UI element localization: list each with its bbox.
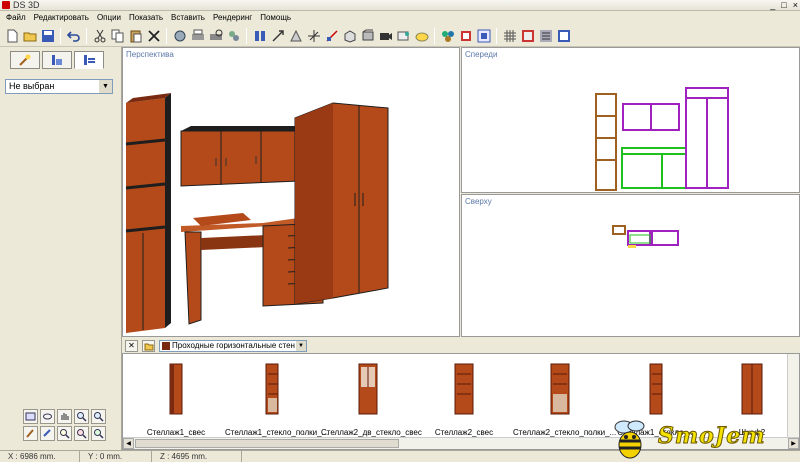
chevron-down-icon[interactable]: ▼: [296, 340, 306, 351]
menu-view[interactable]: Показать: [125, 11, 167, 25]
wall-icon[interactable]: [359, 27, 376, 44]
delete-icon[interactable]: [145, 27, 162, 44]
front-viewport[interactable]: Спереди: [461, 47, 800, 193]
print-preview-icon[interactable]: [207, 27, 224, 44]
copy-icon[interactable]: [109, 27, 126, 44]
help-icon[interactable]: [555, 27, 572, 44]
light-icon[interactable]: [413, 27, 430, 44]
brush-icon[interactable]: [10, 51, 40, 69]
scroll-thumb[interactable]: [135, 439, 399, 448]
folder-up-icon[interactable]: [142, 339, 155, 352]
menu-edit[interactable]: Редактировать: [30, 11, 93, 25]
move-icon[interactable]: [269, 27, 286, 44]
left-panel: Не выбран ▼: [0, 47, 122, 450]
watermark-text: SmoJem: [658, 423, 766, 450]
close-button[interactable]: ×: [793, 0, 798, 11]
zoom-window-icon[interactable]: [57, 426, 72, 441]
print-icon[interactable]: [189, 27, 206, 44]
menu-file[interactable]: Файл: [2, 11, 30, 25]
zoom-extents-icon[interactable]: [74, 426, 89, 441]
edit-icon[interactable]: [23, 426, 38, 441]
texture-icon[interactable]: [439, 27, 456, 44]
category-icon: [162, 341, 170, 350]
perspective-viewport[interactable]: Перспектива: [122, 47, 460, 337]
axes-icon[interactable]: [305, 27, 322, 44]
open-icon[interactable]: [21, 27, 38, 44]
render-icon[interactable]: [171, 27, 188, 44]
furniture-icon[interactable]: [42, 51, 72, 69]
pan-hand-icon[interactable]: [57, 409, 72, 424]
scroll-left-icon[interactable]: ◀: [123, 438, 134, 449]
bee-icon: [614, 420, 645, 459]
top-scene: [612, 225, 679, 248]
app-icon: [2, 1, 10, 9]
new-icon[interactable]: [3, 27, 20, 44]
rotate-icon[interactable]: [287, 27, 304, 44]
close-catalog-icon[interactable]: ✕: [125, 339, 138, 352]
category-select-value: Проходные горизонтальные стен: [172, 340, 295, 350]
catalog-toolbar: ✕ Проходные горизонтальные стен ▼: [122, 338, 800, 353]
material-icon[interactable]: [395, 27, 412, 44]
orbit-icon[interactable]: [40, 409, 55, 424]
select-mode-icon[interactable]: [23, 409, 38, 424]
menu-insert[interactable]: Вставить: [167, 11, 209, 25]
zoom-all-icon[interactable]: [91, 426, 106, 441]
box-icon[interactable]: [341, 27, 358, 44]
cut-icon[interactable]: [91, 27, 108, 44]
top-viewport[interactable]: Сверху: [461, 194, 800, 337]
chevron-down-icon[interactable]: ▼: [99, 80, 112, 93]
status-y: Y : 0 mm.: [80, 451, 152, 462]
menu-render[interactable]: Рендеринг: [209, 11, 256, 25]
title-bar: DS 3D _ □ ×: [0, 0, 800, 11]
catalog-item-label: Стеллаж2_дв_стекло_свес: [321, 428, 422, 437]
menu-bar: Файл Редактировать Опции Показать Встави…: [0, 11, 800, 25]
catalog-item-label: Стеллаж2_стекло_полки_...: [513, 428, 617, 437]
undo-icon[interactable]: [65, 27, 82, 44]
ungroup-icon[interactable]: [475, 27, 492, 44]
catalog-item[interactable]: Стеллаж2_свес: [417, 358, 511, 438]
perspective-scene: [125, 93, 389, 333]
minimize-button[interactable]: _: [770, 0, 775, 11]
zoom-in-icon[interactable]: [74, 409, 89, 424]
zoom-out-icon[interactable]: [91, 409, 106, 424]
toolbar: [0, 25, 800, 47]
status-z: Z : 4695 mm.: [152, 451, 242, 462]
catalog-item[interactable]: Стеллаж2_стекло_полки_...: [513, 358, 617, 438]
save-icon[interactable]: [39, 27, 56, 44]
catalog-item[interactable]: Стеллаж1_свес: [129, 358, 223, 438]
scale-icon[interactable]: [323, 27, 340, 44]
rotate-view-icon[interactable]: [40, 426, 55, 441]
category-select[interactable]: Проходные горизонтальные стен ▼: [159, 339, 307, 352]
window-title: DS 3D: [13, 0, 40, 10]
settings-icon[interactable]: [74, 51, 104, 69]
layout-icon[interactable]: [251, 27, 268, 44]
menu-help[interactable]: Помощь: [256, 11, 295, 25]
catalog-item-label: Стеллаж1_свес: [146, 428, 206, 437]
properties-icon[interactable]: [537, 27, 554, 44]
maximize-button[interactable]: □: [781, 0, 786, 11]
export-icon[interactable]: [225, 27, 242, 44]
group-icon[interactable]: [457, 27, 474, 44]
snap-icon[interactable]: [519, 27, 536, 44]
status-x: X : 6986 mm.: [0, 451, 80, 462]
catalog-item[interactable]: Стеллаж2_дв_стекло_свес: [321, 358, 422, 438]
paste-icon[interactable]: [127, 27, 144, 44]
object-select-value: Не выбран: [9, 81, 55, 91]
object-select[interactable]: Не выбран ▼: [5, 79, 113, 94]
watermark-logo: SmoJem: [606, 417, 800, 462]
navigation-tools: [23, 409, 106, 441]
catalog-item-label: Стеллаж1_стекло_полки_...: [225, 428, 329, 437]
front-scene: [595, 87, 729, 191]
catalog-item-label: Стеллаж2_свес: [434, 428, 494, 437]
camera-icon[interactable]: [377, 27, 394, 44]
grid-icon[interactable]: [501, 27, 518, 44]
menu-options[interactable]: Опции: [93, 11, 125, 25]
catalog-item[interactable]: Стеллаж1_стекло_полки_...: [225, 358, 329, 438]
